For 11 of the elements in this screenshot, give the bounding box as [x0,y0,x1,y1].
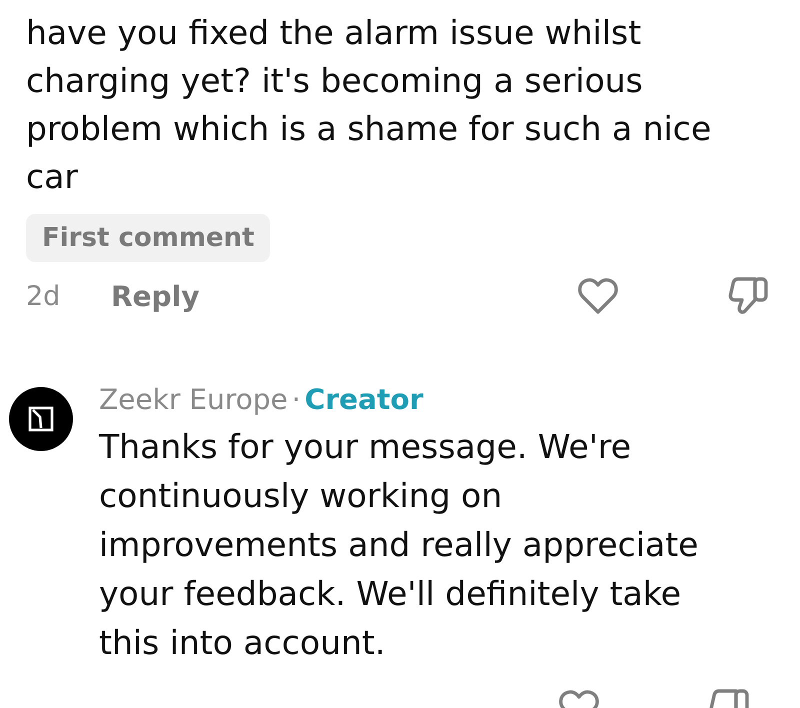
separator-dot: · [292,383,301,416]
thumbs-down-icon[interactable] [726,276,770,316]
author-name[interactable]: Zeekr Europe [99,383,288,416]
reply-button[interactable]: Reply [111,280,200,312]
square-logo-avatar-icon [9,387,73,451]
reply-text: Thanks for your message. We're continuously working on improvements and really appreciate your feedback. We'll definitely take this into account. [99,426,700,664]
first-comment-badge: First comment [26,214,270,262]
timestamp: 2d [26,280,62,312]
creator-label: Creator [304,383,424,416]
comment-text: have you fixed the alarm issue whilst charging yet? it's becoming a serious problem which is a shame for such a nice car [26,12,712,198]
heart-icon[interactable] [577,277,619,315]
